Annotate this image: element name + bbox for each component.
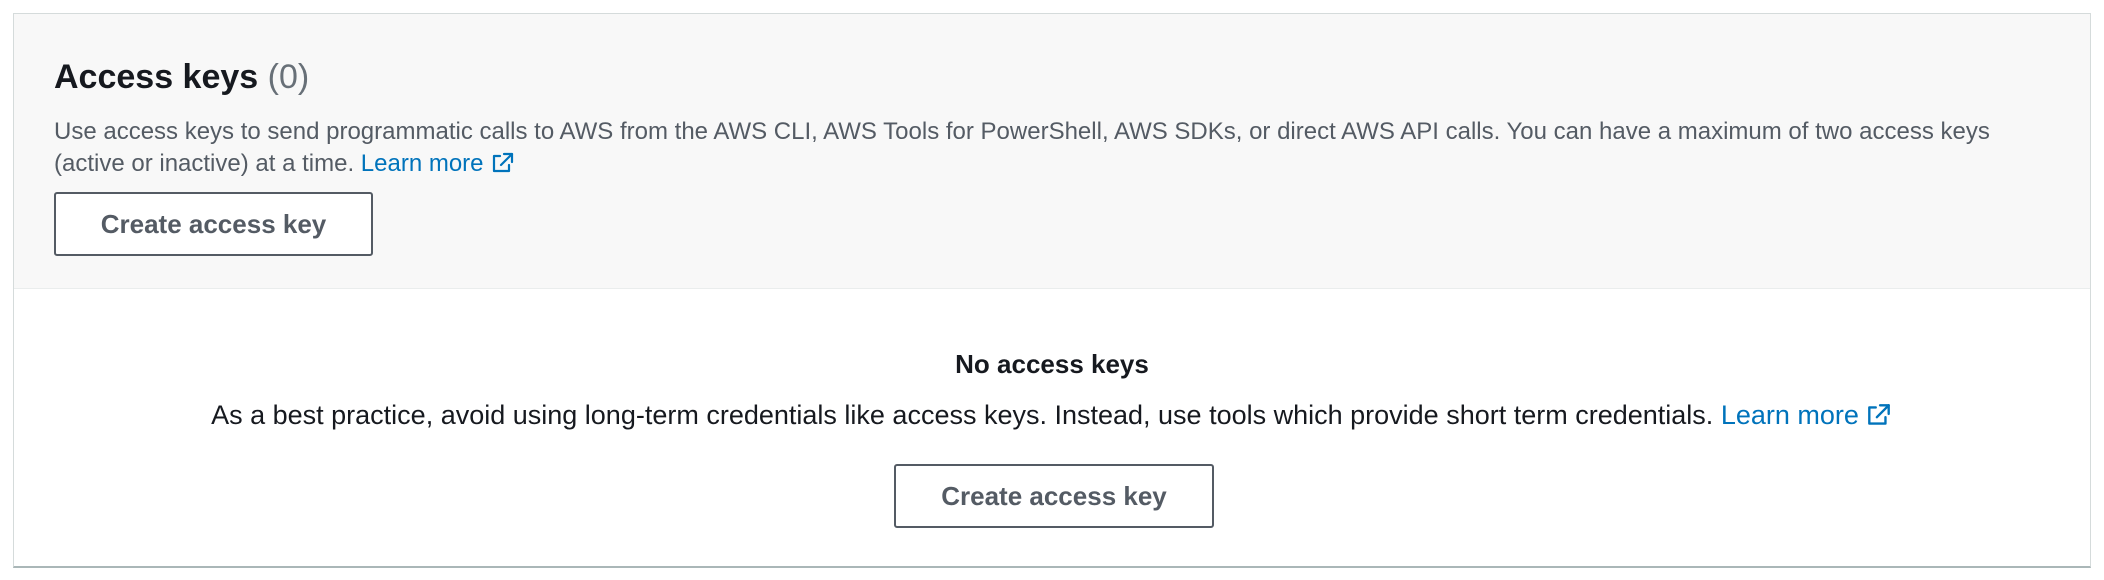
empty-state-text: As a best practice, avoid using long-ter…	[14, 397, 2090, 437]
panel-header: Access keys (0) Use access keys to send …	[14, 14, 2090, 289]
empty-state-create-access-key-button[interactable]: Create access key	[894, 464, 1214, 528]
header-learn-more-label: Learn more	[360, 150, 484, 177]
create-access-key-button[interactable]: Create access key	[54, 192, 373, 256]
empty-state: No access keys As a best practice, avoid…	[14, 289, 2090, 566]
title-text: Access keys	[54, 58, 259, 96]
header-description: Use access keys to send programmatic cal…	[54, 116, 2044, 184]
description-text: Use access keys to send programmatic cal…	[54, 118, 1990, 177]
external-link-icon	[1865, 401, 1893, 437]
header-learn-more-link[interactable]: Learn more	[361, 150, 516, 177]
external-link-icon	[490, 151, 516, 184]
empty-state-learn-more-link[interactable]: Learn more	[1721, 400, 1893, 430]
title-count: (0)	[267, 58, 310, 96]
empty-state-description: As a best practice, avoid using long-ter…	[211, 400, 1714, 430]
access-keys-panel: Access keys (0) Use access keys to send …	[13, 13, 2091, 568]
empty-state-learn-more-label: Learn more	[1720, 400, 1859, 430]
page-title: Access keys (0)	[54, 56, 2090, 98]
empty-state-title: No access keys	[955, 349, 1149, 379]
